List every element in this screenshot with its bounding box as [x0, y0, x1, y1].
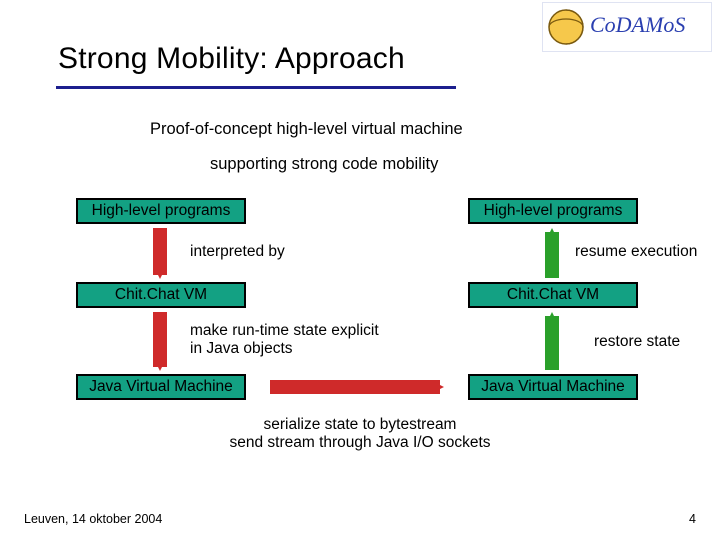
- label-make-state-line2: in Java objects: [190, 340, 293, 357]
- codamos-logo: CoDAMoS: [542, 2, 712, 52]
- arrows-overlay: [0, 0, 720, 540]
- label-make-state-line1: make run-time state explicit: [190, 322, 379, 339]
- label-serialize: serialize state to bytestream send strea…: [0, 416, 720, 452]
- label-serialize-line2: send stream through Java I/O sockets: [229, 434, 490, 451]
- box-chitchat-right: Chit.Chat VM: [468, 282, 638, 308]
- footer-date: Leuven, 14 oktober 2004: [24, 512, 162, 526]
- title-underline: [56, 86, 456, 89]
- label-make-state: make run-time state explicit in Java obj…: [190, 322, 379, 358]
- label-restore-state: restore state: [594, 333, 680, 351]
- box-high-level-left: High-level programs: [76, 198, 246, 224]
- svg-text:CoDAMoS: CoDAMoS: [590, 12, 685, 37]
- box-chitchat-left: Chit.Chat VM: [76, 282, 246, 308]
- box-jvm-right: Java Virtual Machine: [468, 374, 638, 400]
- label-interpreted-by: interpreted by: [190, 243, 285, 261]
- box-jvm-left: Java Virtual Machine: [76, 374, 246, 400]
- label-resume-execution: resume execution: [575, 243, 697, 261]
- intro-line-1: Proof-of-concept high-level virtual mach…: [150, 120, 463, 139]
- box-high-level-right: High-level programs: [468, 198, 638, 224]
- label-serialize-line1: serialize state to bytestream: [264, 416, 457, 433]
- page-title: Strong Mobility: Approach: [58, 42, 405, 76]
- footer-page-number: 4: [689, 512, 696, 526]
- intro-line-2: supporting strong code mobility: [210, 155, 438, 174]
